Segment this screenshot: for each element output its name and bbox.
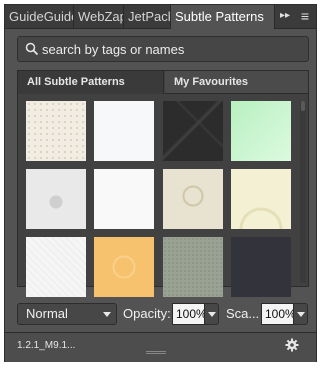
version-label: 1.2.1_M9.1... xyxy=(17,340,76,351)
panel-menu-button[interactable]: ≡ xyxy=(295,5,315,28)
pattern-tile-stroller-beige-pattern[interactable] xyxy=(163,169,223,229)
search-icon xyxy=(25,42,39,56)
patterns-container: All Subtle Patterns My Favourites xyxy=(17,70,309,297)
search-input[interactable] xyxy=(40,37,304,61)
pattern-tile-dark-geometric-pattern[interactable] xyxy=(163,101,223,161)
pattern-tile-floral-gray-pattern[interactable] xyxy=(26,169,86,229)
chevron-down-icon xyxy=(208,312,216,317)
blend-mode-value: Normal xyxy=(26,306,68,321)
tab-jetpack[interactable]: JetPack xyxy=(124,5,171,28)
opacity-field[interactable]: 100% xyxy=(172,303,205,325)
resize-grip[interactable] xyxy=(146,351,166,356)
tab-guideguide[interactable]: GuideGuide xyxy=(5,5,74,28)
pattern-grid xyxy=(26,101,296,297)
scale-label: Sca... xyxy=(226,306,260,321)
gear-icon[interactable] xyxy=(285,338,299,352)
pattern-tile-orange-heart-pattern[interactable] xyxy=(94,237,154,297)
scale-dropdown-button[interactable] xyxy=(294,303,308,325)
double-arrow-icon: ▸▸ xyxy=(279,10,291,21)
opacity-dropdown-button[interactable] xyxy=(205,303,219,325)
tab-webzap[interactable]: WebZap xyxy=(74,5,124,28)
collapse-panels-button[interactable]: ▸▸ xyxy=(277,5,293,28)
tab-my-favourites[interactable]: My Favourites xyxy=(165,71,308,94)
blend-mode-select[interactable]: Normal xyxy=(17,303,117,325)
chevron-down-icon xyxy=(297,312,305,317)
tab-subtle-patterns[interactable]: Subtle Patterns xyxy=(171,5,275,29)
panel-tab-bar: GuideGuide WebZap JetPack Subtle Pattern… xyxy=(5,5,316,29)
scrollbar-thumb[interactable] xyxy=(301,101,305,111)
pattern-tile-plain-white-pattern[interactable] xyxy=(94,169,154,229)
pattern-tile-cream-arch-pattern[interactable] xyxy=(231,169,291,229)
pattern-tile-sage-noise-pattern[interactable] xyxy=(163,237,223,297)
pattern-tile-dotted-cream-pattern[interactable] xyxy=(26,101,86,161)
pattern-tile-dark-slate-pattern[interactable] xyxy=(231,237,291,297)
pattern-tile-mint-gradient-pattern[interactable] xyxy=(231,101,291,161)
search-box[interactable] xyxy=(17,36,309,62)
menu-icon: ≡ xyxy=(300,8,310,24)
grid-scrollbar[interactable] xyxy=(300,101,306,283)
pattern-tile-white-texture-pattern[interactable] xyxy=(94,101,154,161)
tab-all-subtle-patterns[interactable]: All Subtle Patterns xyxy=(18,71,164,94)
subtle-patterns-panel: GuideGuide WebZap JetPack Subtle Pattern… xyxy=(4,4,317,362)
opacity-label: Opacity: xyxy=(123,306,171,321)
panel-footer: 1.2.1_M9.1... xyxy=(5,332,316,362)
chevron-down-icon xyxy=(103,312,111,317)
scale-field[interactable]: 100% xyxy=(261,303,294,325)
pattern-tile-light-crosshatch-pattern[interactable] xyxy=(26,237,86,297)
